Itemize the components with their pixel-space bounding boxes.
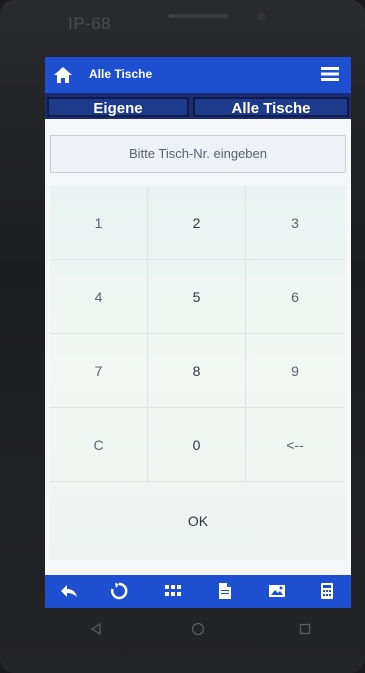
image-icon[interactable] bbox=[267, 581, 287, 601]
bottom-toolbar bbox=[45, 575, 351, 608]
hamburger-menu-icon[interactable] bbox=[321, 66, 339, 82]
phone-frame: IP-68 Alle Tische Eigene Alle Tische Bit… bbox=[0, 0, 365, 673]
key-3[interactable]: 3 bbox=[246, 186, 344, 260]
recents-square-icon[interactable] bbox=[298, 622, 312, 636]
key-2[interactable]: 2 bbox=[148, 186, 246, 260]
back-arrow-icon[interactable] bbox=[59, 581, 79, 601]
key-7[interactable]: 7 bbox=[50, 334, 148, 408]
table-number-input[interactable]: Bitte Tisch-Nr. eingeben bbox=[50, 135, 346, 173]
calculator-icon[interactable] bbox=[317, 581, 337, 601]
device-label: IP-68 bbox=[68, 14, 112, 33]
back-triangle-icon[interactable] bbox=[89, 622, 103, 636]
key-8[interactable]: 8 bbox=[148, 334, 246, 408]
tab-eigene[interactable]: Eigene bbox=[47, 97, 189, 117]
key-backspace[interactable]: <-- bbox=[246, 408, 344, 482]
tab-bar: Eigene Alle Tische bbox=[45, 95, 351, 119]
key-4[interactable]: 4 bbox=[50, 260, 148, 334]
document-icon[interactable] bbox=[215, 581, 235, 601]
key-0[interactable]: 0 bbox=[148, 408, 246, 482]
app-screen: Alle Tische Eigene Alle Tische Bitte Tis… bbox=[45, 57, 351, 608]
earpiece-speaker bbox=[168, 14, 228, 18]
key-6[interactable]: 6 bbox=[246, 260, 344, 334]
home-icon[interactable] bbox=[53, 65, 73, 85]
front-camera bbox=[257, 12, 266, 21]
key-1[interactable]: 1 bbox=[50, 186, 148, 260]
tab-alle-tische[interactable]: Alle Tische bbox=[193, 97, 349, 117]
refresh-icon[interactable] bbox=[109, 581, 129, 601]
ok-button[interactable]: OK bbox=[50, 482, 346, 560]
page-title: Alle Tische bbox=[89, 67, 153, 81]
key-9[interactable]: 9 bbox=[246, 334, 344, 408]
home-circle-icon[interactable] bbox=[191, 622, 205, 636]
numeric-keypad: 1 2 3 4 5 6 7 8 9 C 0 <-- OK bbox=[50, 186, 346, 560]
system-nav-bar bbox=[45, 610, 351, 650]
key-clear[interactable]: C bbox=[50, 408, 148, 482]
grid-icon[interactable] bbox=[163, 581, 183, 601]
app-header: Alle Tische bbox=[45, 57, 351, 95]
key-5[interactable]: 5 bbox=[148, 260, 246, 334]
